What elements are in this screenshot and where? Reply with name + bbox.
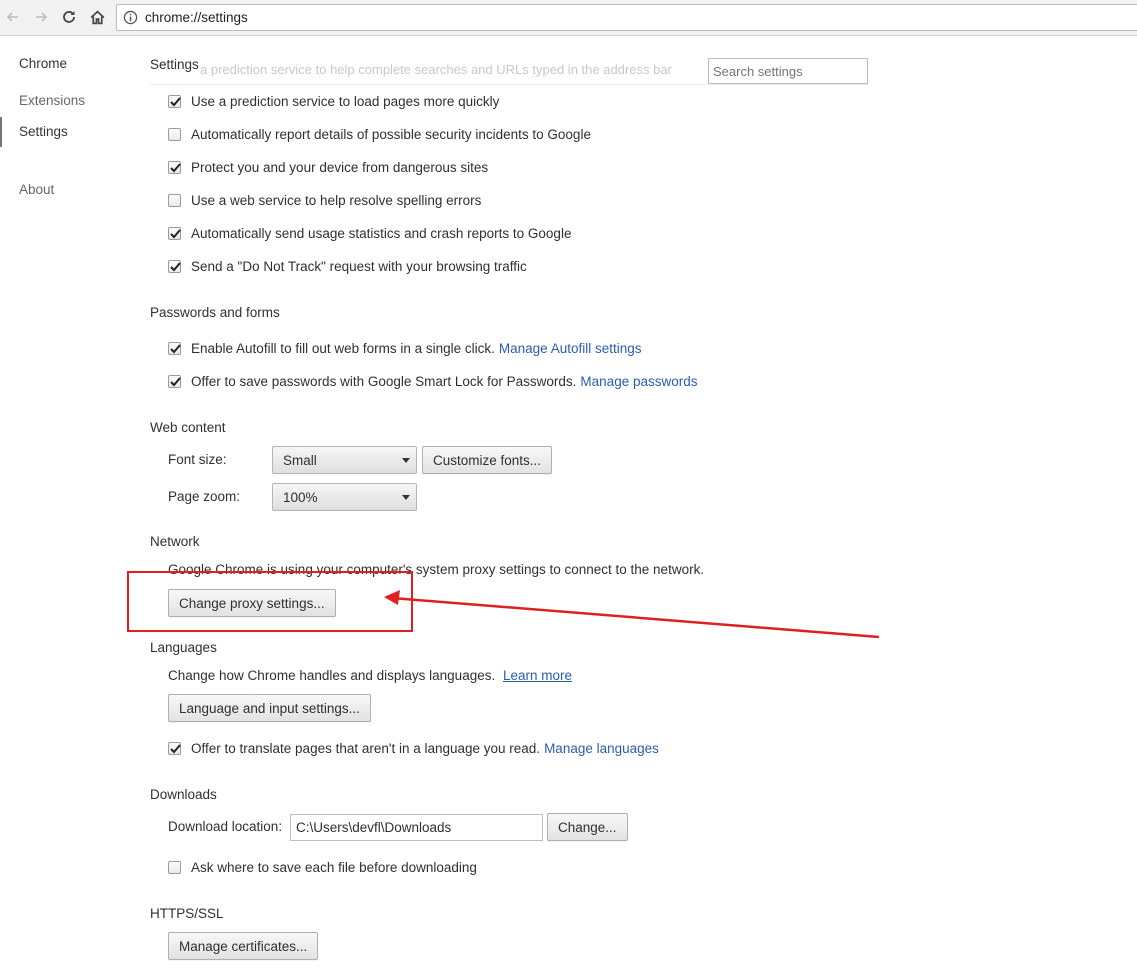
learn-more-link[interactable]: Learn more bbox=[503, 668, 572, 683]
checkbox[interactable] bbox=[168, 341, 181, 355]
home-icon bbox=[90, 10, 104, 24]
option-label: Enable Autofill to fill out web forms in… bbox=[191, 340, 495, 356]
url-text[interactable]: chrome://settings bbox=[145, 10, 248, 25]
do-not-track-option[interactable]: Send a "Do Not Track" request with your … bbox=[168, 258, 527, 274]
checkmark-icon bbox=[170, 261, 181, 271]
languages-description: Change how Chrome handles and displays l… bbox=[168, 668, 496, 683]
address-bar[interactable]: chrome://settings bbox=[116, 4, 1137, 31]
checkbox[interactable] bbox=[168, 860, 181, 874]
language-input-settings-button[interactable]: Language and input settings... bbox=[168, 694, 371, 722]
option-label: Use a web service to help resolve spelli… bbox=[191, 192, 482, 208]
checkmark-icon bbox=[170, 162, 181, 172]
manage-autofill-link[interactable]: Manage Autofill settings bbox=[499, 341, 642, 356]
checkbox[interactable] bbox=[168, 193, 181, 207]
home-button[interactable] bbox=[86, 6, 108, 28]
change-download-location-button[interactable]: Change... bbox=[547, 813, 628, 841]
page-zoom-value: 100% bbox=[283, 490, 318, 505]
customize-fonts-button[interactable]: Customize fonts... bbox=[422, 446, 553, 474]
annotation-arrow-icon bbox=[384, 590, 880, 639]
sidebar-item-settings[interactable]: Settings bbox=[19, 124, 68, 139]
font-size-select[interactable]: Small bbox=[272, 446, 417, 474]
download-location-input[interactable] bbox=[290, 814, 543, 841]
section-title-web-content: Web content bbox=[150, 420, 226, 435]
checkbox[interactable] bbox=[168, 226, 181, 240]
section-title-network: Network bbox=[150, 534, 200, 549]
font-size-value: Small bbox=[283, 453, 317, 468]
back-arrow-icon bbox=[6, 12, 18, 22]
checkbox[interactable] bbox=[168, 127, 181, 141]
option-label: Ask where to save each file before downl… bbox=[191, 859, 477, 875]
checkbox[interactable] bbox=[168, 160, 181, 174]
checkbox[interactable] bbox=[168, 94, 181, 108]
checkbox[interactable] bbox=[168, 741, 181, 755]
checkmark-icon bbox=[170, 376, 181, 386]
autofill-option[interactable]: Enable Autofill to fill out web forms in… bbox=[168, 340, 642, 356]
section-title-https: HTTPS/SSL bbox=[150, 906, 224, 921]
page-zoom-select[interactable]: 100% bbox=[272, 483, 417, 511]
sidebar-selection-marker bbox=[0, 117, 2, 147]
translate-option[interactable]: Offer to translate pages that aren't in … bbox=[168, 740, 659, 756]
scrolled-ghost-text: a prediction service to help complete se… bbox=[200, 62, 672, 77]
checkmark-icon bbox=[170, 343, 181, 353]
dropdown-caret-icon bbox=[402, 495, 410, 500]
info-icon[interactable] bbox=[123, 10, 138, 25]
prediction-service-option[interactable]: Use a prediction service to load pages m… bbox=[168, 93, 499, 109]
usage-statistics-option[interactable]: Automatically send usage statistics and … bbox=[168, 225, 571, 241]
security-incidents-option[interactable]: Automatically report details of possible… bbox=[168, 126, 591, 142]
save-passwords-option[interactable]: Offer to save passwords with Google Smar… bbox=[168, 373, 698, 389]
reload-button[interactable] bbox=[58, 6, 80, 28]
dropdown-caret-icon bbox=[402, 458, 410, 463]
option-label: Send a "Do Not Track" request with your … bbox=[191, 258, 527, 274]
sidebar-heading: Chrome bbox=[19, 56, 68, 71]
languages-description-row: Change how Chrome handles and displays l… bbox=[168, 668, 572, 683]
section-title-passwords: Passwords and forms bbox=[150, 305, 280, 320]
manage-certificates-button[interactable]: Manage certificates... bbox=[168, 932, 319, 960]
search-settings-input[interactable] bbox=[708, 58, 868, 84]
option-label: Automatically send usage statistics and … bbox=[191, 225, 572, 241]
option-label: Automatically report details of possible… bbox=[191, 126, 591, 142]
download-location-label: Download location: bbox=[168, 819, 283, 834]
checkbox[interactable] bbox=[168, 259, 181, 273]
forward-button[interactable] bbox=[30, 6, 52, 28]
header-divider bbox=[150, 84, 868, 85]
sidebar-item-extensions[interactable]: Extensions bbox=[19, 93, 85, 108]
checkmark-icon bbox=[170, 743, 181, 753]
spelling-service-option[interactable]: Use a web service to help resolve spelli… bbox=[168, 192, 481, 208]
checkmark-icon bbox=[170, 228, 181, 238]
back-button[interactable] bbox=[2, 6, 24, 28]
manage-passwords-link[interactable]: Manage passwords bbox=[580, 374, 697, 389]
font-size-label: Font size: bbox=[168, 452, 227, 467]
manage-languages-link[interactable]: Manage languages bbox=[544, 741, 659, 756]
section-title-downloads: Downloads bbox=[150, 787, 217, 802]
page-zoom-label: Page zoom: bbox=[168, 489, 241, 504]
option-label: Use a prediction service to load pages m… bbox=[191, 93, 500, 109]
checkmark-icon bbox=[170, 96, 181, 106]
section-title-languages: Languages bbox=[150, 640, 217, 655]
browser-toolbar: chrome://settings bbox=[0, 0, 1137, 36]
ask-where-to-save-option[interactable]: Ask where to save each file before downl… bbox=[168, 859, 477, 875]
option-label: Protect you and your device from dangero… bbox=[191, 159, 489, 175]
checkbox[interactable] bbox=[168, 374, 181, 388]
sidebar-item-about[interactable]: About bbox=[19, 182, 54, 197]
reload-icon bbox=[63, 11, 75, 23]
safe-browsing-option[interactable]: Protect you and your device from dangero… bbox=[168, 159, 488, 175]
option-label: Offer to save passwords with Google Smar… bbox=[191, 373, 577, 389]
option-label: Offer to translate pages that aren't in … bbox=[191, 740, 541, 756]
forward-arrow-icon bbox=[36, 12, 48, 22]
page-title: Settings bbox=[150, 57, 199, 72]
